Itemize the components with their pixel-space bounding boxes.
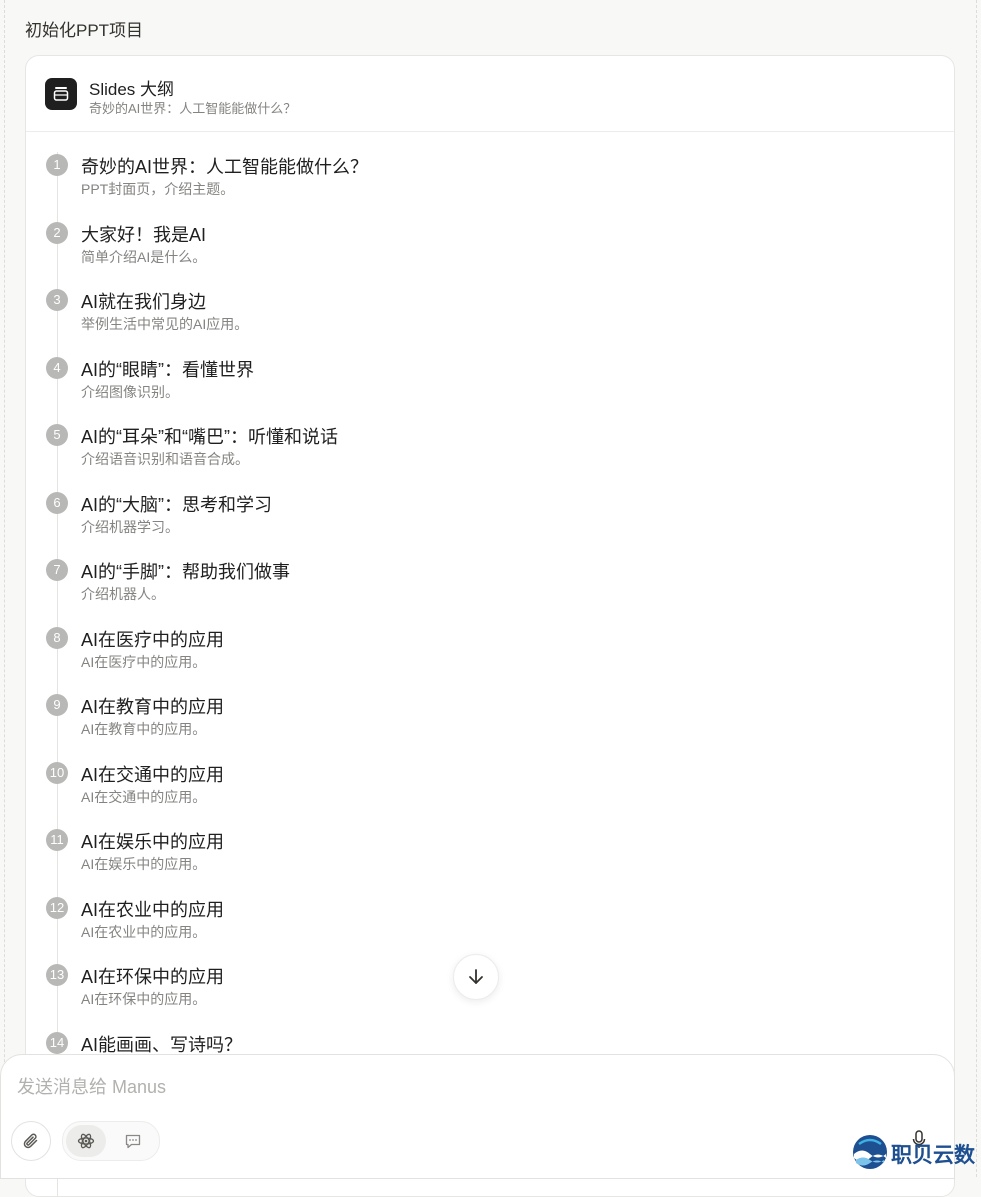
outline-item[interactable]: 11 AI在娱乐中的应用 AI在娱乐中的应用。: [26, 827, 954, 895]
card-subtitle: 奇妙的AI世界：人工智能能做什么？: [89, 101, 297, 116]
slide-title: AI的“大脑”：思考和学习: [81, 494, 272, 515]
outline-list: 1 奇妙的AI世界：人工智能能做什么？ PPT封面页，介绍主题。 2 大家好！我…: [26, 152, 954, 1196]
slide-number-badge: 14: [46, 1031, 68, 1054]
slide-title: AI在娱乐中的应用: [81, 832, 225, 852]
slide-title: AI在教育中的应用: [81, 697, 225, 717]
left-guide-line: [4, 0, 5, 1177]
slide-number-badge: 11: [46, 829, 68, 851]
step-title: 初始化PPT项目: [25, 21, 144, 40]
slide-number-badge: 10: [46, 761, 68, 784]
message-composer: [0, 1054, 955, 1179]
slide-description: PPT封面页，介绍主题。: [81, 181, 235, 197]
outline-item[interactable]: 8 AI在医疗中的应用 AI在医疗中的应用。: [26, 625, 954, 693]
outline-item[interactable]: 6 AI的“大脑”：思考和学习 介绍机器学习。: [26, 490, 954, 558]
message-input[interactable]: [15, 1073, 899, 1101]
agent-mode-button[interactable]: [66, 1125, 106, 1157]
slide-number-badge: 5: [46, 424, 68, 446]
outline-item[interactable]: 2 大家好！我是AI 简单介绍AI是什么。: [26, 220, 954, 288]
slide-description: AI在农业中的应用。: [81, 923, 207, 940]
outline-item[interactable]: 4 AI的“眼睛”：看懂世界 介绍图像识别。: [26, 355, 954, 423]
watermark-text: 职贝云数: [891, 1144, 975, 1167]
mode-switch: [62, 1121, 160, 1161]
slide-number-badge: 12: [46, 896, 68, 919]
outline-item[interactable]: 9 AI在教育中的应用 AI在教育中的应用。: [26, 692, 954, 760]
slide-title: AI的“耳朵”和“嘴巴”：听懂和说话: [81, 427, 338, 447]
slide-number-badge: 1: [46, 154, 68, 176]
slide-title: AI在交通中的应用: [81, 764, 225, 785]
attach-file-button[interactable]: [11, 1121, 51, 1161]
slide-title: AI在医疗中的应用: [81, 629, 225, 650]
slide-description: 介绍语音识别和语音合成。: [81, 451, 249, 467]
slide-description: AI在环保中的应用。: [81, 991, 207, 1007]
slide-number-badge: 9: [46, 694, 68, 716]
slides-icon: [45, 78, 77, 110]
slide-number-badge: 7: [46, 559, 68, 581]
brand-logo-icon: [853, 1135, 887, 1169]
atom-icon: [77, 1133, 95, 1149]
slide-number-badge: 6: [46, 491, 68, 514]
arrow-down-icon: [469, 969, 483, 984]
slide-description: 介绍机器人。: [81, 586, 165, 602]
outline-item[interactable]: 3 AI就在我们身边 举例生活中常见的AI应用。: [26, 287, 954, 355]
slides-outline-card: Slides 大纲 奇妙的AI世界：人工智能能做什么？ 1 奇妙的AI世界：人工…: [25, 55, 955, 1197]
outline-item[interactable]: 1 奇妙的AI世界：人工智能能做什么？ PPT封面页，介绍主题。: [26, 152, 954, 220]
outline-item[interactable]: 10 AI在交通中的应用 AI在交通中的应用。: [26, 760, 954, 828]
slide-title: 大家好！我是AI: [81, 224, 207, 245]
slide-title: AI在环保中的应用: [81, 967, 225, 987]
slide-number-badge: 13: [46, 964, 68, 986]
right-guide-line: [976, 0, 977, 1177]
slide-description: AI在教育中的应用。: [81, 721, 207, 737]
slide-title: AI在农业中的应用: [81, 899, 225, 920]
slide-description: 介绍图像识别。: [81, 383, 179, 400]
slide-description: AI在医疗中的应用。: [81, 653, 207, 670]
slide-number-badge: 2: [46, 221, 68, 244]
scroll-to-bottom-button[interactable]: [453, 954, 499, 1000]
slide-title: AI能画画、写诗吗？: [81, 1034, 243, 1055]
slide-title: AI的“手脚”：帮助我们做事: [81, 562, 290, 582]
slide-title: 奇妙的AI世界：人工智能能做什么？: [81, 157, 369, 177]
slide-description: 举例生活中常见的AI应用。: [81, 316, 249, 332]
outline-item[interactable]: 12 AI在农业中的应用 AI在农业中的应用。: [26, 895, 954, 963]
slide-description: AI在娱乐中的应用。: [81, 856, 207, 872]
outline-item[interactable]: 5 AI的“耳朵”和“嘴巴”：听懂和说话 介绍语音识别和语音合成。: [26, 422, 954, 490]
slide-title: AI的“眼睛”：看懂世界: [81, 359, 254, 380]
slide-number-badge: 4: [46, 356, 68, 379]
card-title: Slides 大纲: [89, 80, 175, 99]
slide-number-badge: 8: [46, 626, 68, 649]
slide-number-badge: 3: [46, 289, 68, 311]
card-header[interactable]: Slides 大纲 奇妙的AI世界：人工智能能做什么？: [26, 56, 954, 132]
slide-description: 介绍机器学习。: [81, 518, 179, 535]
paperclip-icon: [23, 1133, 38, 1149]
slide-description: 简单介绍AI是什么。: [81, 248, 207, 265]
slide-title: AI就在我们身边: [81, 292, 207, 312]
watermark: 职贝云数: [851, 1133, 981, 1173]
slide-description: AI在交通中的应用。: [81, 788, 207, 805]
chat-mode-button[interactable]: [113, 1125, 153, 1157]
chat-bubble-icon: [125, 1134, 141, 1149]
outline-item[interactable]: 7 AI的“手脚”：帮助我们做事 介绍机器人。: [26, 557, 954, 625]
